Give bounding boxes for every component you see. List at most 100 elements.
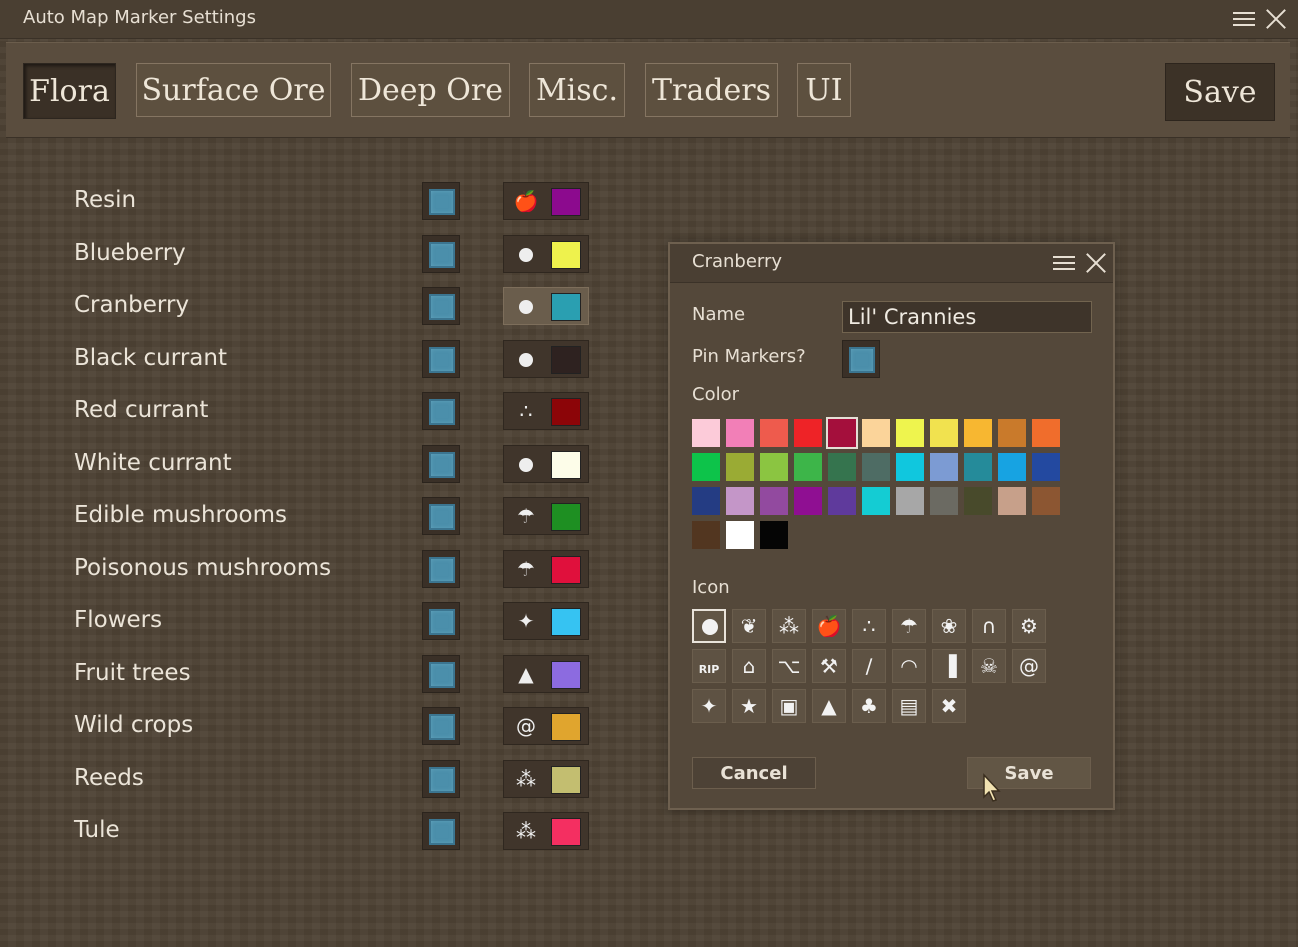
pin-toggle[interactable]: [422, 655, 460, 693]
skull-icon[interactable]: ☠: [972, 649, 1006, 683]
rocks-icon[interactable]: ◠: [892, 649, 926, 683]
grave-icon[interactable]: RIP: [692, 649, 726, 683]
color-option[interactable]: [794, 453, 822, 481]
marker-style-button[interactable]: @: [503, 707, 589, 745]
color-option[interactable]: [964, 419, 992, 447]
apple-icon[interactable]: 🍎: [812, 609, 846, 643]
tab-deep-ore[interactable]: Deep Ore: [351, 63, 510, 117]
wheat-icon[interactable]: ⁂: [772, 609, 806, 643]
bars-icon[interactable]: ▐: [932, 649, 966, 683]
color-option[interactable]: [726, 453, 754, 481]
color-option[interactable]: [1032, 453, 1060, 481]
pin-toggle[interactable]: [422, 287, 460, 325]
cave-icon[interactable]: ∩: [972, 609, 1006, 643]
marker-style-button[interactable]: [503, 287, 589, 325]
pin-toggle[interactable]: [422, 707, 460, 745]
name-input[interactable]: [842, 301, 1092, 333]
color-option[interactable]: [998, 453, 1026, 481]
house-icon[interactable]: ⌂: [732, 649, 766, 683]
marker-style-button[interactable]: ▲: [503, 655, 589, 693]
crossed-swords-icon[interactable]: ✖: [932, 689, 966, 723]
color-option[interactable]: [930, 453, 958, 481]
marker-style-button[interactable]: 🍎: [503, 182, 589, 220]
wagon-icon[interactable]: ▣: [772, 689, 806, 723]
anvil-icon[interactable]: ⌥: [772, 649, 806, 683]
color-option[interactable]: [862, 487, 890, 515]
color-option[interactable]: [1032, 487, 1060, 515]
marker-style-button[interactable]: ⁂: [503, 760, 589, 798]
pin-toggle[interactable]: [422, 182, 460, 220]
pin-toggle[interactable]: [422, 235, 460, 273]
pin-toggle[interactable]: [422, 812, 460, 850]
pin-toggle[interactable]: [422, 340, 460, 378]
color-option[interactable]: [692, 487, 720, 515]
pin-toggle[interactable]: [422, 497, 460, 535]
spiral-icon[interactable]: @: [1012, 649, 1046, 683]
color-option[interactable]: [692, 521, 720, 549]
pin-toggle[interactable]: [422, 760, 460, 798]
conifer-icon[interactable]: ▲: [812, 689, 846, 723]
color-option[interactable]: [964, 487, 992, 515]
color-option[interactable]: [760, 521, 788, 549]
color-option[interactable]: [828, 453, 856, 481]
marker-style-button[interactable]: [503, 235, 589, 273]
color-option[interactable]: [826, 417, 858, 449]
circle-icon[interactable]: [692, 609, 726, 643]
tree-icon[interactable]: ♣: [852, 689, 886, 723]
tab-ui[interactable]: UI: [797, 63, 851, 117]
color-option[interactable]: [1032, 419, 1060, 447]
color-option[interactable]: [828, 487, 856, 515]
marker-style-button[interactable]: ✦: [503, 602, 589, 640]
pin-toggle[interactable]: [422, 550, 460, 588]
pin-toggle[interactable]: [422, 392, 460, 430]
pin-toggle[interactable]: [422, 445, 460, 483]
color-option[interactable]: [794, 419, 822, 447]
color-option[interactable]: [760, 419, 788, 447]
marker-style-button[interactable]: [503, 445, 589, 483]
color-option[interactable]: [692, 453, 720, 481]
close-icon[interactable]: [1265, 8, 1287, 30]
tab-traders[interactable]: Traders: [645, 63, 778, 117]
star5-icon[interactable]: ★: [732, 689, 766, 723]
leaves-icon[interactable]: ❦: [732, 609, 766, 643]
color-option[interactable]: [726, 521, 754, 549]
color-option[interactable]: [862, 453, 890, 481]
color-option[interactable]: [896, 419, 924, 447]
menu-icon[interactable]: [1233, 9, 1255, 27]
color-option[interactable]: [998, 419, 1026, 447]
marker-style-button[interactable]: ∴: [503, 392, 589, 430]
scythe-icon[interactable]: ∕: [852, 649, 886, 683]
color-option[interactable]: [794, 487, 822, 515]
cancel-button[interactable]: Cancel: [692, 757, 816, 789]
color-option[interactable]: [964, 453, 992, 481]
color-option[interactable]: [760, 453, 788, 481]
pin-toggle[interactable]: [422, 602, 460, 640]
dialog-menu-icon[interactable]: [1053, 253, 1075, 271]
color-option[interactable]: [930, 487, 958, 515]
color-option[interactable]: [726, 419, 754, 447]
marker-style-button[interactable]: ☂: [503, 497, 589, 535]
color-option[interactable]: [692, 419, 720, 447]
tab-misc[interactable]: Misc.: [529, 63, 625, 117]
save-button[interactable]: Save: [1165, 63, 1275, 121]
color-option[interactable]: [896, 453, 924, 481]
star4-icon[interactable]: ✦: [692, 689, 726, 723]
color-option[interactable]: [862, 419, 890, 447]
marker-style-button[interactable]: ☂: [503, 550, 589, 588]
pin-markers-checkbox[interactable]: [842, 340, 880, 378]
color-option[interactable]: [726, 487, 754, 515]
color-option[interactable]: [930, 419, 958, 447]
tab-surface-ore[interactable]: Surface Ore: [136, 63, 331, 117]
mushroom-icon[interactable]: ☂: [892, 609, 926, 643]
color-option[interactable]: [998, 487, 1026, 515]
bee-icon[interactable]: ❀: [932, 609, 966, 643]
tab-flora[interactable]: Flora: [23, 63, 116, 119]
gear-icon[interactable]: ⚙: [1012, 609, 1046, 643]
color-option[interactable]: [896, 487, 924, 515]
berries-icon[interactable]: ∴: [852, 609, 886, 643]
color-option[interactable]: [760, 487, 788, 515]
pickaxe-icon[interactable]: ⚒: [812, 649, 846, 683]
scroll-icon[interactable]: ▤: [892, 689, 926, 723]
marker-style-button[interactable]: ⁂: [503, 812, 589, 850]
marker-style-button[interactable]: [503, 340, 589, 378]
